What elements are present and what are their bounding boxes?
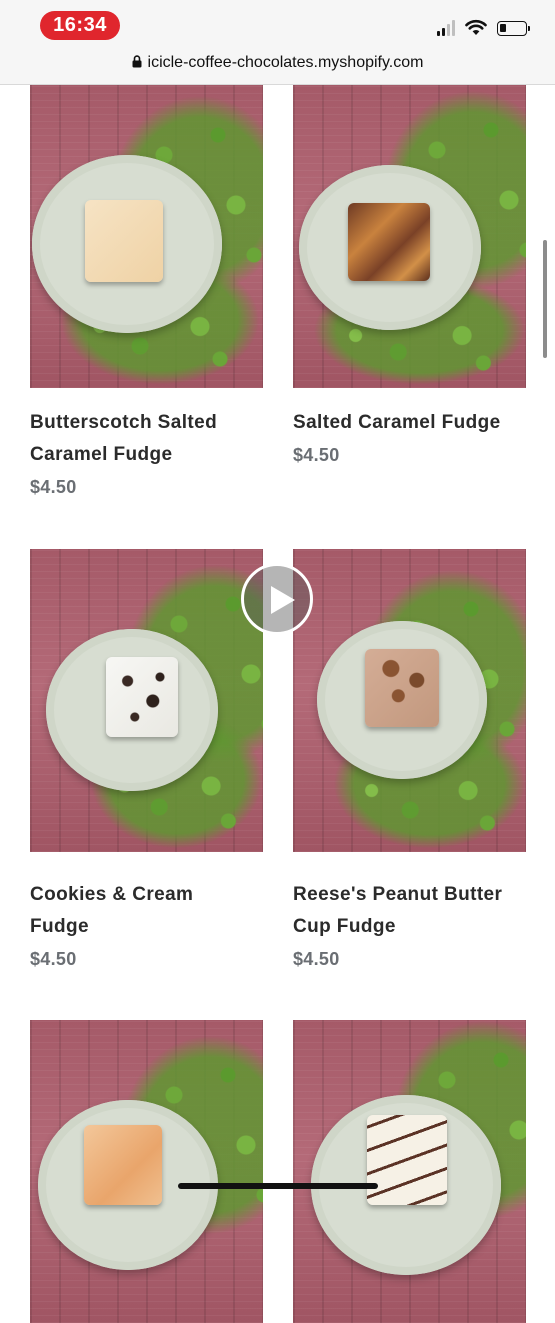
product-price: $4.50 <box>30 949 77 969</box>
home-indicator[interactable] <box>178 1183 378 1189</box>
product-price: $4.50 <box>30 477 77 497</box>
fudge-piece <box>367 1115 447 1205</box>
product-image[interactable] <box>30 549 263 852</box>
scrollbar[interactable] <box>543 240 547 358</box>
fudge-piece <box>106 657 178 737</box>
fudge-piece <box>348 203 430 281</box>
lock-icon <box>132 55 142 68</box>
product-name[interactable]: Reese's Peanut Butter Cup Fudge <box>293 879 533 943</box>
status-icons <box>437 18 530 36</box>
product-image[interactable] <box>30 85 263 388</box>
url-display[interactable]: icicle-coffee-chocolates.myshopify.com <box>0 54 555 72</box>
url-text: icicle-coffee-chocolates.myshopify.com <box>147 54 424 71</box>
product-image[interactable] <box>293 85 526 388</box>
signal-icon <box>437 20 455 36</box>
play-icon[interactable] <box>241 563 313 635</box>
product-name[interactable]: Salted Caramel Fudge <box>293 407 533 439</box>
status-time[interactable]: 16:34 <box>40 11 120 40</box>
product-image[interactable] <box>293 549 526 852</box>
fudge-piece <box>365 649 439 727</box>
product-price: $4.50 <box>293 445 340 465</box>
fudge-piece <box>85 200 163 282</box>
product-image[interactable] <box>30 1020 263 1323</box>
browser-address-bar[interactable]: icicle-coffee-chocolates.myshopify.com <box>0 50 555 85</box>
status-bar: 16:34 <box>0 0 555 50</box>
product-name[interactable]: Cookies & Cream Fudge <box>30 879 270 943</box>
product-name[interactable]: Butterscotch Salted Caramel Fudge <box>30 407 270 471</box>
product-image[interactable] <box>293 1020 526 1323</box>
fudge-piece <box>84 1125 162 1205</box>
battery-icon <box>497 21 530 36</box>
product-price: $4.50 <box>293 949 340 969</box>
wifi-icon <box>465 19 487 35</box>
